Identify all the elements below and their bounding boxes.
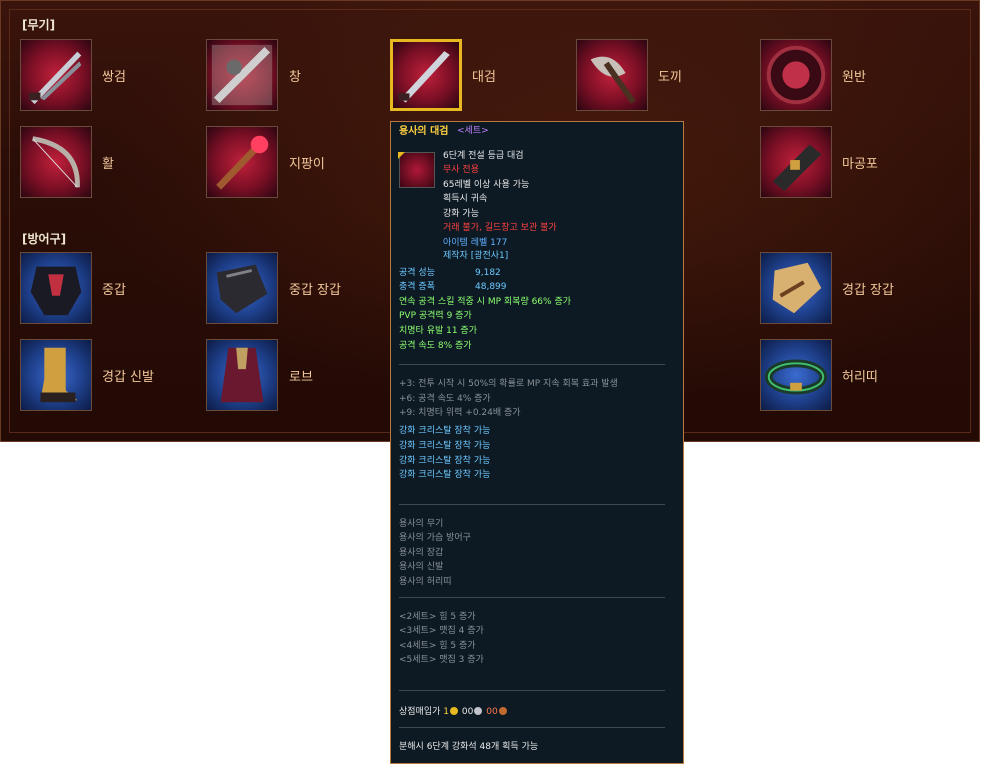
staff-label: 지팡이 — [289, 157, 325, 172]
divider — [399, 597, 665, 598]
dual-sword-slot[interactable] — [20, 39, 92, 111]
greatsword-label: 대검 — [472, 70, 496, 85]
staff-icon — [216, 135, 269, 190]
heavy-armor-label: 중갑 — [102, 283, 126, 298]
axe-label: 도끼 — [658, 70, 682, 85]
set-effect-line: <3세트> 맷집 4 증가 — [399, 626, 484, 636]
light-boots-icon — [40, 347, 78, 403]
set-item-line: 용사의 가슴 방어구 — [399, 533, 471, 543]
upgrade-line: +9: 치명타 위력 +0.24배 증가 — [399, 408, 521, 418]
crystal-slot-line: 강화 크리스탈 장착 가능 — [399, 441, 491, 451]
spear-slot[interactable] — [206, 39, 278, 111]
light-gloves-icon — [772, 262, 822, 314]
bow-label: 활 — [102, 157, 114, 172]
bonus-line: 치명타 유발 11 증가 — [399, 326, 477, 336]
armor-section-title: [방어구] — [22, 232, 67, 246]
light-boots-label: 경갑 신발 — [102, 370, 154, 385]
heavy-gloves-label: 중갑 장갑 — [289, 283, 341, 298]
stat-value: 48,899 — [475, 282, 507, 292]
disc-icon — [766, 45, 826, 105]
axe-icon — [590, 56, 636, 104]
crystal-slot-line: 강화 크리스탈 장착 가능 — [399, 456, 491, 466]
gauntlet-cannon-label: 마공포 — [842, 157, 878, 172]
bonus-line: PVP 공격력 9 증가 — [399, 311, 472, 321]
tooltip-item-level: 아이템 레벨 177 — [443, 238, 508, 248]
bow-icon — [32, 136, 80, 188]
stat-name: 충격 증폭 — [399, 282, 435, 292]
belt-slot[interactable] — [760, 339, 832, 411]
bonus-line: 연속 공격 스킬 적중 시 MP 회복량 66% 증가 — [399, 297, 572, 307]
light-gloves-slot[interactable] — [760, 252, 832, 324]
sell-copper-value: 00 — [486, 707, 498, 717]
heavy-armor-slot[interactable] — [20, 252, 92, 324]
light-boots-slot[interactable] — [20, 339, 92, 411]
tooltip-class-only: 무사 전용 — [443, 165, 479, 175]
bow-slot[interactable] — [20, 126, 92, 198]
tooltip-item-name: 용사의 대검 — [399, 126, 449, 137]
upgrade-line: +6: 공격 속도 4% 증가 — [399, 394, 491, 404]
spear-icon — [211, 44, 273, 106]
disc-label: 원반 — [842, 70, 866, 85]
robe-slot[interactable] — [206, 339, 278, 411]
sell-price-row: 상점매입가 1 00 00 — [399, 707, 508, 718]
gauntlet-cannon-slot[interactable] — [760, 126, 832, 198]
bonus-line: 공격 속도 8% 증가 — [399, 341, 472, 351]
item-tooltip: 용사의 대검 <세트> 6단계 전설 등급 대검 무사 전용 65레벨 이상 사… — [390, 121, 684, 764]
divider — [399, 727, 665, 728]
dual-sword-icon — [28, 51, 82, 105]
silver-coin-icon — [474, 707, 483, 715]
crystal-slot-line: 강화 크리스탈 장착 가능 — [399, 426, 491, 436]
sell-silver-value: 00 — [461, 707, 474, 717]
crystal-slot-line: 강화 크리스탈 장착 가능 — [399, 470, 491, 480]
copper-coin-icon — [498, 707, 507, 715]
dual-sword-label: 쌍검 — [102, 70, 126, 85]
tooltip-set-tag: <세트> — [457, 126, 489, 136]
heavy-gloves-slot[interactable] — [206, 252, 278, 324]
disc-slot[interactable] — [760, 39, 832, 111]
divider — [399, 504, 665, 505]
tooltip-maker: 제작자 [광전사1] — [443, 251, 509, 261]
sell-gold-value: 1 — [443, 707, 450, 717]
robe-label: 로브 — [289, 370, 313, 385]
set-item-line: 용사의 무기 — [399, 519, 444, 529]
dismantle-info: 분해시 6단계 강화석 48개 획득 가능 — [399, 742, 539, 752]
gauntlet-cannon-icon — [772, 144, 822, 192]
stat-name: 공격 성능 — [399, 268, 435, 278]
axe-slot[interactable] — [576, 39, 648, 111]
robe-icon — [220, 347, 264, 403]
gold-coin-icon — [450, 707, 459, 715]
set-effect-line: <4세트> 힘 5 증가 — [399, 641, 476, 651]
legendary-corner-icon — [398, 152, 405, 159]
tooltip-grade: 6단계 전설 등급 대검 — [443, 151, 524, 161]
sell-price-label: 상점매입가 — [399, 707, 441, 717]
divider — [399, 364, 665, 365]
tooltip-enhance: 강화 가능 — [443, 209, 479, 219]
weapon-section-title: [무기] — [22, 18, 56, 32]
belt-icon — [764, 359, 828, 395]
set-effect-line: <5세트> 맷집 3 증가 — [399, 655, 484, 665]
belt-label: 허리띠 — [842, 370, 878, 385]
tooltip-level-req: 65레벨 이상 사용 가능 — [443, 180, 530, 190]
greatsword-slot[interactable] — [390, 39, 462, 111]
divider — [399, 690, 665, 691]
upgrade-line: +3: 전투 시작 시 50%의 확률로 MP 지속 회복 효과 발생 — [399, 379, 618, 389]
tooltip-bind: 획득시 귀속 — [443, 194, 488, 204]
set-item-line: 용사의 장갑 — [399, 548, 444, 558]
light-gloves-label: 경갑 장갑 — [842, 283, 894, 298]
set-item-line: 용사의 신발 — [399, 562, 444, 572]
spear-label: 창 — [289, 70, 301, 85]
heavy-armor-icon — [30, 266, 82, 316]
greatsword-icon — [398, 51, 450, 103]
set-item-line: 용사의 허리띠 — [399, 577, 452, 587]
heavy-gloves-icon — [216, 264, 268, 314]
staff-slot[interactable] — [206, 126, 278, 198]
set-effect-line: <2세트> 힘 5 증가 — [399, 612, 476, 622]
stat-value: 9,182 — [475, 268, 501, 278]
tooltip-no-trade: 거래 불가, 길드창고 보관 불가 — [443, 223, 557, 233]
